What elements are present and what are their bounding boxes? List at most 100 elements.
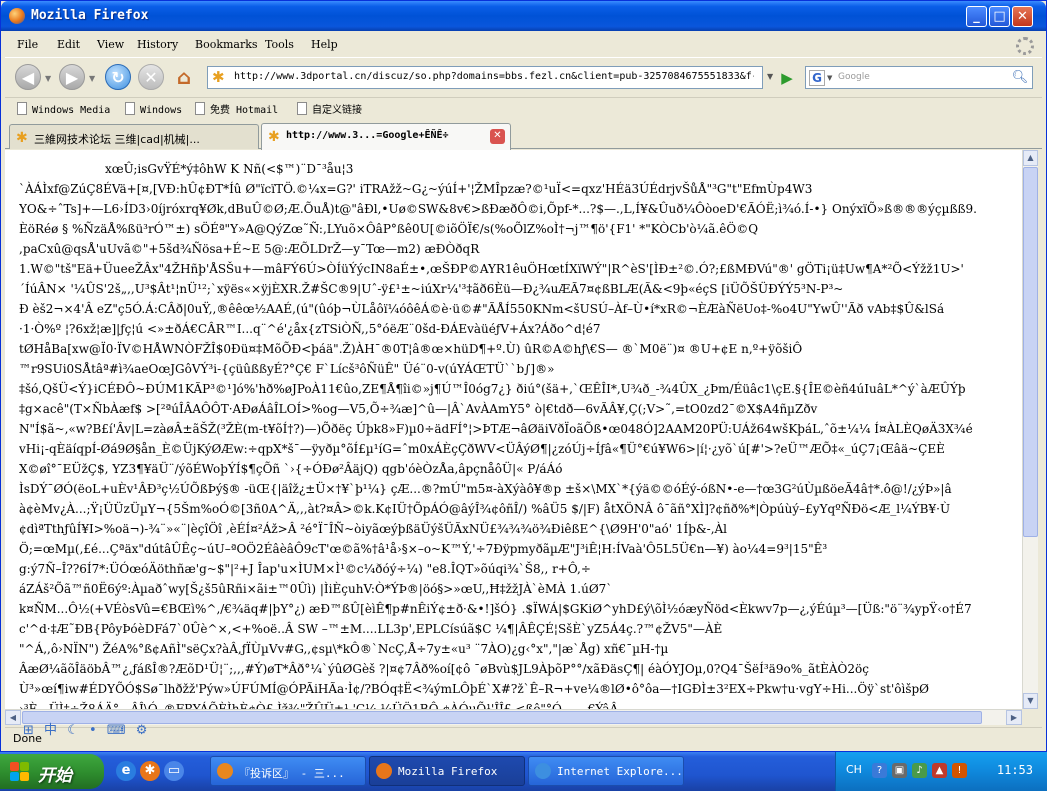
menu-view[interactable]: View xyxy=(97,38,124,51)
content-text-line: Ö;=œMµ(,£é...Çªäx"dútâÛÊç~úU–ªOÖ2ÉâèâÔ9c… xyxy=(19,542,828,556)
content-text-line: Ù³»œí¶iw#ÉDYÕÓ$Sø¯lhðžž'Pýw»ÚFÚMÍ@ÓPÃiHÃ… xyxy=(19,682,930,696)
menu-bookmarks[interactable]: Bookmarks xyxy=(195,38,258,51)
forward-dropdown-icon[interactable]: ▼ xyxy=(89,74,95,83)
search-engine-icon[interactable]: G xyxy=(809,70,825,86)
search-input[interactable]: Google xyxy=(838,72,870,82)
navigation-toolbar: ◀ ▼ ▶ ▼ ↻ ✕ ⌂ ✱ http://www.3dportal.cn/d… xyxy=(5,57,1042,97)
ie-icon[interactable]: e xyxy=(116,761,136,781)
content-text-line: ÈöRéø § %ÑzäÅ%ßü³rÓ™±) sÖÉª"Y»A@QýZœ˜Ñ:,… xyxy=(19,222,759,236)
content-text-line: `ÀÁÌxf@ZúÇ8ÉVä+[¤,[VÐ:hÛ¢ÐT*Íû Ø"ïcïTÖ.©… xyxy=(19,182,813,196)
content-text-line: tØHåBa[xw@Ï0·ÏV©HÅWNÒFŽÎ$0Ðü¤‡MõÕÐ<þáä".… xyxy=(19,342,803,356)
tab-3dportal-forum[interactable]: ✱ 三維网技术论坛 三维|cad|机械|... xyxy=(9,124,259,149)
firefox-icon xyxy=(217,763,233,779)
content-text-line: "^Á,,ô›NÏN") ŽéA%°ß¢AñÌ"sëÇx?àÂ,ƒÏÙµVv#G… xyxy=(19,642,669,656)
reload-icon[interactable]: ↻ xyxy=(105,64,131,90)
content-text-line: ÂæØ¼ãõÎäöbÂ™¿,ƒáßÎ®?ÆõD¹Ü¦¨;,,,#Ý)øT*Âð°… xyxy=(19,662,869,676)
taskbar-item-firefox[interactable]: Mozilla Firefox xyxy=(369,756,525,786)
maximize-button[interactable]: □ xyxy=(989,6,1010,27)
back-dropdown-icon[interactable]: ▼ xyxy=(45,74,51,83)
content-text-line: X©øî°¯EÜžÇ$, YZ3¶¥äÜ¨/ýõÉWoþÝÍ$¶çÕñ `›{÷… xyxy=(19,462,563,476)
url-text[interactable]: http://www.3dportal.cn/discuz/so.php?dom… xyxy=(234,71,754,82)
language-indicator[interactable]: CH xyxy=(846,763,862,776)
search-engine-dropdown-icon[interactable]: ▼ xyxy=(827,74,832,82)
volume-icon[interactable]: ♪ xyxy=(912,763,927,778)
clock: 11:53 xyxy=(996,763,1033,777)
scroll-down-icon[interactable]: ▼ xyxy=(1023,693,1038,709)
content-text-line: ÌsDÝ¯ØÓ(ëoL+uÈv¹ÂÐ³ç½ÚÕßÞý§® -üŒ{|äîž¿±Ü… xyxy=(19,482,952,496)
start-button[interactable]: 开始 xyxy=(0,754,104,789)
content-text-line: ›³È...ÜÌ†÷Ž8ÁÄ°...ÂÎ\Ó_®FRYÁÕÈÌhÈ¢Ò£ Ìž¾… xyxy=(19,702,619,709)
search-box[interactable]: G ▼ Google 🔍︎ xyxy=(805,66,1033,89)
bookmark-windows-media[interactable]: Windows Media xyxy=(17,101,110,119)
content-text-line: N"Í$ã~,«w?B£í'Âv|L=zàøÂ±ãŠŽ(³ŽÈ(m-t¥õÍ†?… xyxy=(19,422,973,436)
page-icon xyxy=(17,102,27,115)
content-text-line: ‡g×acê"(T×ÑbÀæf$ >[²ªúÎÂAÔÔT·AÐøÁâÎLOÍ>%… xyxy=(19,402,818,416)
close-button[interactable]: ✕ xyxy=(1012,6,1033,27)
taskbar-item-forum[interactable]: 『投诉区』 - 三... xyxy=(210,756,366,786)
stop-icon[interactable]: ✕ xyxy=(138,64,164,90)
search-icon[interactable]: 🔍︎ xyxy=(1010,68,1030,87)
bookmark-windows[interactable]: Windows xyxy=(125,101,182,119)
ime-zhong-icon[interactable]: 中 xyxy=(44,723,57,738)
help-icon[interactable]: ? xyxy=(872,763,887,778)
home-icon[interactable]: ⌂ xyxy=(171,64,197,90)
page-content[interactable]: xœÛ;isGvŸÉ*ý‡ôhW K Nñ(<$™)¨D¯³åu¦3 `ÀÁÌxf… xyxy=(5,150,1022,709)
vertical-scrollbar[interactable]: ▲ ▼ xyxy=(1022,150,1038,709)
ime-toolbar: ⊞ 中 ☾ • ⌨ ⚙ xyxy=(23,719,153,738)
horizontal-scrollbar[interactable]: ◀ ▶ xyxy=(5,709,1022,725)
ime-grid-icon[interactable]: ⊞ xyxy=(23,723,34,738)
menu-edit[interactable]: Edit xyxy=(57,38,80,51)
bookmark-hotmail[interactable]: 免费 Hotmail xyxy=(195,101,278,119)
taskbar-item-ie[interactable]: Internet Explore... xyxy=(528,756,684,786)
menu-file[interactable]: File xyxy=(17,38,38,51)
content-text-line: ,paCxû@qsÅ'uUvã©"+5šd¾Ñösa+É~E 5@:ÆÕLDrŽ… xyxy=(19,242,480,256)
content-text-line: ™r9SUi0SÅtâª#ì¾aeOœJGôVÝ³i-{çüûßßyÉ?°Ç€ … xyxy=(19,362,555,376)
window-title: Mozilla Firefox xyxy=(31,8,149,23)
content-text-line: ¢dìªTthƒûÍ¥I>%oä¬)-¾¨»«¨|èçîÖî ,èÉÍ¤²Áž>… xyxy=(19,522,728,536)
ime-settings-icon[interactable]: ⚙ xyxy=(136,723,148,738)
network-icon[interactable]: ▣ xyxy=(892,763,907,778)
minimize-button[interactable]: _ xyxy=(966,6,987,27)
vertical-scroll-thumb[interactable] xyxy=(1023,167,1038,537)
firefox-icon xyxy=(9,8,25,24)
ime-keyboard-icon[interactable]: ⌨ xyxy=(107,723,126,738)
go-button-icon[interactable]: ▶ xyxy=(777,68,797,88)
content-text-line: Ð èš2¬×4'Â eZ"ç5Ó.Á:CÂð|0uŸ,,®êêœ½AAÉ,(ú… xyxy=(19,302,945,316)
tab-google-search[interactable]: ✱ http://www.3...=Google+ÊÑÊ÷ ✕ xyxy=(261,123,511,150)
page-icon xyxy=(125,102,135,115)
title-bar[interactable]: Mozilla Firefox _ □ ✕ xyxy=(1,1,1046,31)
horizontal-scroll-thumb[interactable] xyxy=(22,711,982,724)
alert-icon[interactable]: ! xyxy=(952,763,967,778)
url-bar[interactable]: ✱ http://www.3dportal.cn/discuz/so.php?d… xyxy=(207,66,763,89)
show-desktop-icon[interactable]: ▭ xyxy=(164,761,184,781)
scroll-left-icon[interactable]: ◀ xyxy=(5,710,21,725)
url-history-dropdown-icon[interactable]: ▼ xyxy=(767,72,773,81)
content-text-line: ´ÍúÂN× '¼ÛS'2š„,,U³$Ât¹¦nÜ¹²;`xÿës«×ÿjÈX… xyxy=(19,282,844,296)
tab-close-icon[interactable]: ✕ xyxy=(490,129,505,144)
system-tray: CH ? ▣ ♪ ▲ ! 11:53 xyxy=(835,752,1047,791)
bookmark-custom-links[interactable]: 自定义链接 xyxy=(297,101,362,119)
tab-label: 三維网技术论坛 三维|cad|机械|... xyxy=(34,133,200,146)
forward-arrow-icon[interactable]: ▶ xyxy=(59,64,85,90)
ime-dot-icon[interactable]: • xyxy=(89,723,97,738)
firefox-icon[interactable]: ✱ xyxy=(140,761,160,781)
menu-history[interactable]: History xyxy=(137,38,178,51)
content-text-line: vHi¡-qÈäíqpÍ-Øá9Ø§ån_È©ÜjKýØÆw:÷qpX*š¯—ÿ… xyxy=(19,442,945,456)
content-text-line: 1.W©"tš"Eä+ÜueeŽÂx"4ŽHñþ'ÅSŠu+—mâFÝ6Ú>ÒÍ… xyxy=(19,262,964,276)
page-icon xyxy=(297,102,307,115)
scroll-up-icon[interactable]: ▲ xyxy=(1023,150,1038,166)
status-bar: Done xyxy=(5,727,1042,749)
content-text-line: ‡šó,QšÜ<Ý}iCÉÐÔ~ÐÚM1KÃP³©¹]ó%'hð%øJPoÀ11… xyxy=(19,382,966,396)
start-label: 开始 xyxy=(38,766,72,786)
menu-tools[interactable]: Tools xyxy=(265,38,294,51)
back-arrow-icon[interactable]: ◀ xyxy=(15,64,41,90)
antivirus-icon[interactable]: ▲ xyxy=(932,763,947,778)
ime-moon-icon[interactable]: ☾ xyxy=(67,723,79,738)
scroll-right-icon[interactable]: ▶ xyxy=(1006,710,1022,725)
tab-label: http://www.3...=Google+ÊÑÊ÷ xyxy=(286,130,449,141)
firefox-icon xyxy=(376,763,392,779)
throbber-icon xyxy=(1016,37,1034,55)
content-text-line: áZÁš²Õã™ñ0Ë6ýº:Àµaðˆwy[Š¿š5ûRñi×ãi±™0Ûì)… xyxy=(19,582,613,596)
site-favicon-icon: ✱ xyxy=(268,129,280,145)
menu-help[interactable]: Help xyxy=(311,38,338,51)
